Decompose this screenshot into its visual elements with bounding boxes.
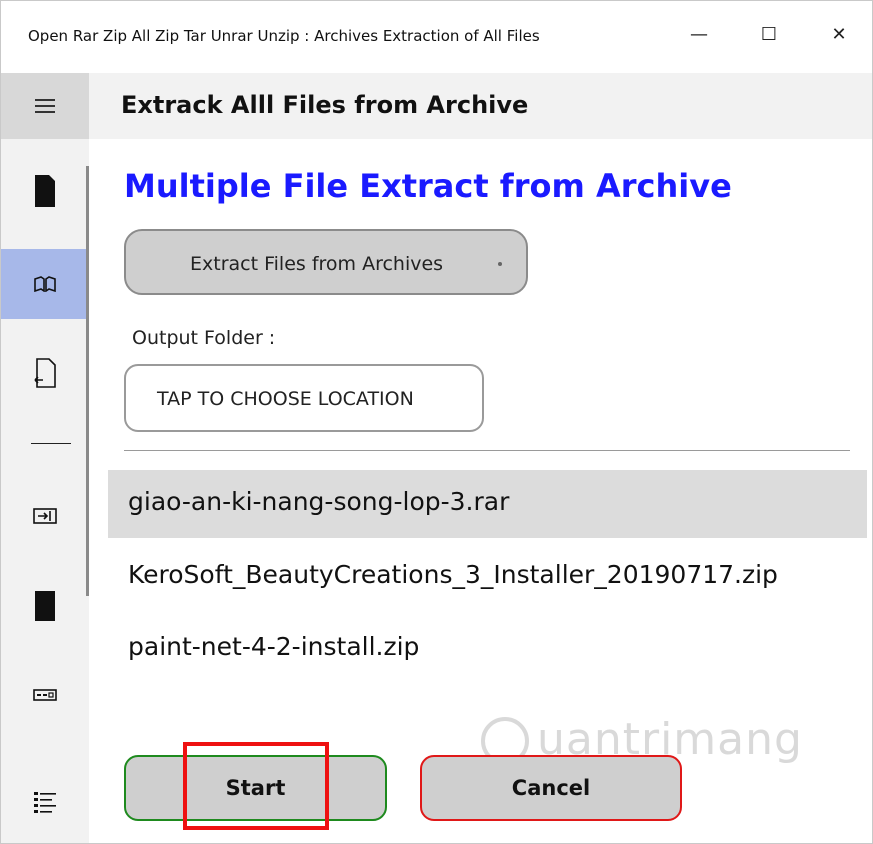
sd-card-icon xyxy=(35,591,55,621)
sidebar-item-import[interactable] xyxy=(1,481,89,551)
file-icon xyxy=(35,175,55,207)
page-export-icon xyxy=(34,358,56,388)
sidebar-item-storage[interactable] xyxy=(1,571,89,641)
menu-icon xyxy=(35,99,55,113)
page-title: Extrack Alll Files from Archive xyxy=(121,91,529,119)
minimize-button[interactable]: — xyxy=(676,11,722,57)
dropdown-indicator-icon xyxy=(498,262,502,266)
file-list-item[interactable]: KeroSoft_BeautyCreations_3_Installer_201… xyxy=(108,543,867,611)
file-name: giao-an-ki-nang-song-lop-3.rar xyxy=(128,487,510,516)
sidebar-item-extract[interactable] xyxy=(1,249,89,319)
dropdown-selected-value: Extract Files from Archives xyxy=(190,253,444,275)
file-list-item[interactable]: paint-net-4-2-install.zip xyxy=(108,615,867,683)
sidebar-item-file[interactable] xyxy=(1,156,89,226)
sidebar xyxy=(1,73,89,843)
sidebar-divider xyxy=(31,443,71,444)
title-bar: Open Rar Zip All Zip Tar Unrar Unzip : A… xyxy=(1,1,872,73)
cancel-button-label: Cancel xyxy=(511,776,591,800)
input-box-icon xyxy=(33,689,57,701)
extract-mode-dropdown[interactable]: Extract Files from Archives xyxy=(124,229,528,295)
choose-location-label: TAP TO CHOOSE LOCATION xyxy=(157,388,414,410)
menu-button[interactable] xyxy=(1,73,89,139)
close-button[interactable]: ✕ xyxy=(816,11,862,57)
import-arrow-icon xyxy=(33,508,57,524)
divider xyxy=(124,450,850,451)
maximize-button[interactable]: ☐ xyxy=(746,11,792,57)
choose-location-button[interactable]: TAP TO CHOOSE LOCATION xyxy=(124,364,484,432)
open-book-icon xyxy=(34,276,56,292)
main-content: Multiple File Extract from Archive Extra… xyxy=(89,139,872,843)
window-title: Open Rar Zip All Zip Tar Unrar Unzip : A… xyxy=(28,27,540,45)
file-list-item[interactable]: giao-an-ki-nang-song-lop-3.rar xyxy=(108,470,867,538)
section-heading: Multiple File Extract from Archive xyxy=(124,167,732,205)
sidebar-item-input[interactable] xyxy=(1,660,89,730)
sidebar-item-list[interactable] xyxy=(1,768,89,838)
list-icon xyxy=(34,792,56,813)
app-window: Open Rar Zip All Zip Tar Unrar Unzip : A… xyxy=(0,0,873,844)
output-folder-label: Output Folder : xyxy=(132,327,276,349)
highlight-box xyxy=(183,742,329,830)
file-name: paint-net-4-2-install.zip xyxy=(128,632,420,661)
sidebar-item-export[interactable] xyxy=(1,338,89,408)
page-header: Extrack Alll Files from Archive xyxy=(89,73,872,139)
cancel-button[interactable]: Cancel xyxy=(420,755,682,821)
file-name: KeroSoft_BeautyCreations_3_Installer_201… xyxy=(128,560,778,589)
